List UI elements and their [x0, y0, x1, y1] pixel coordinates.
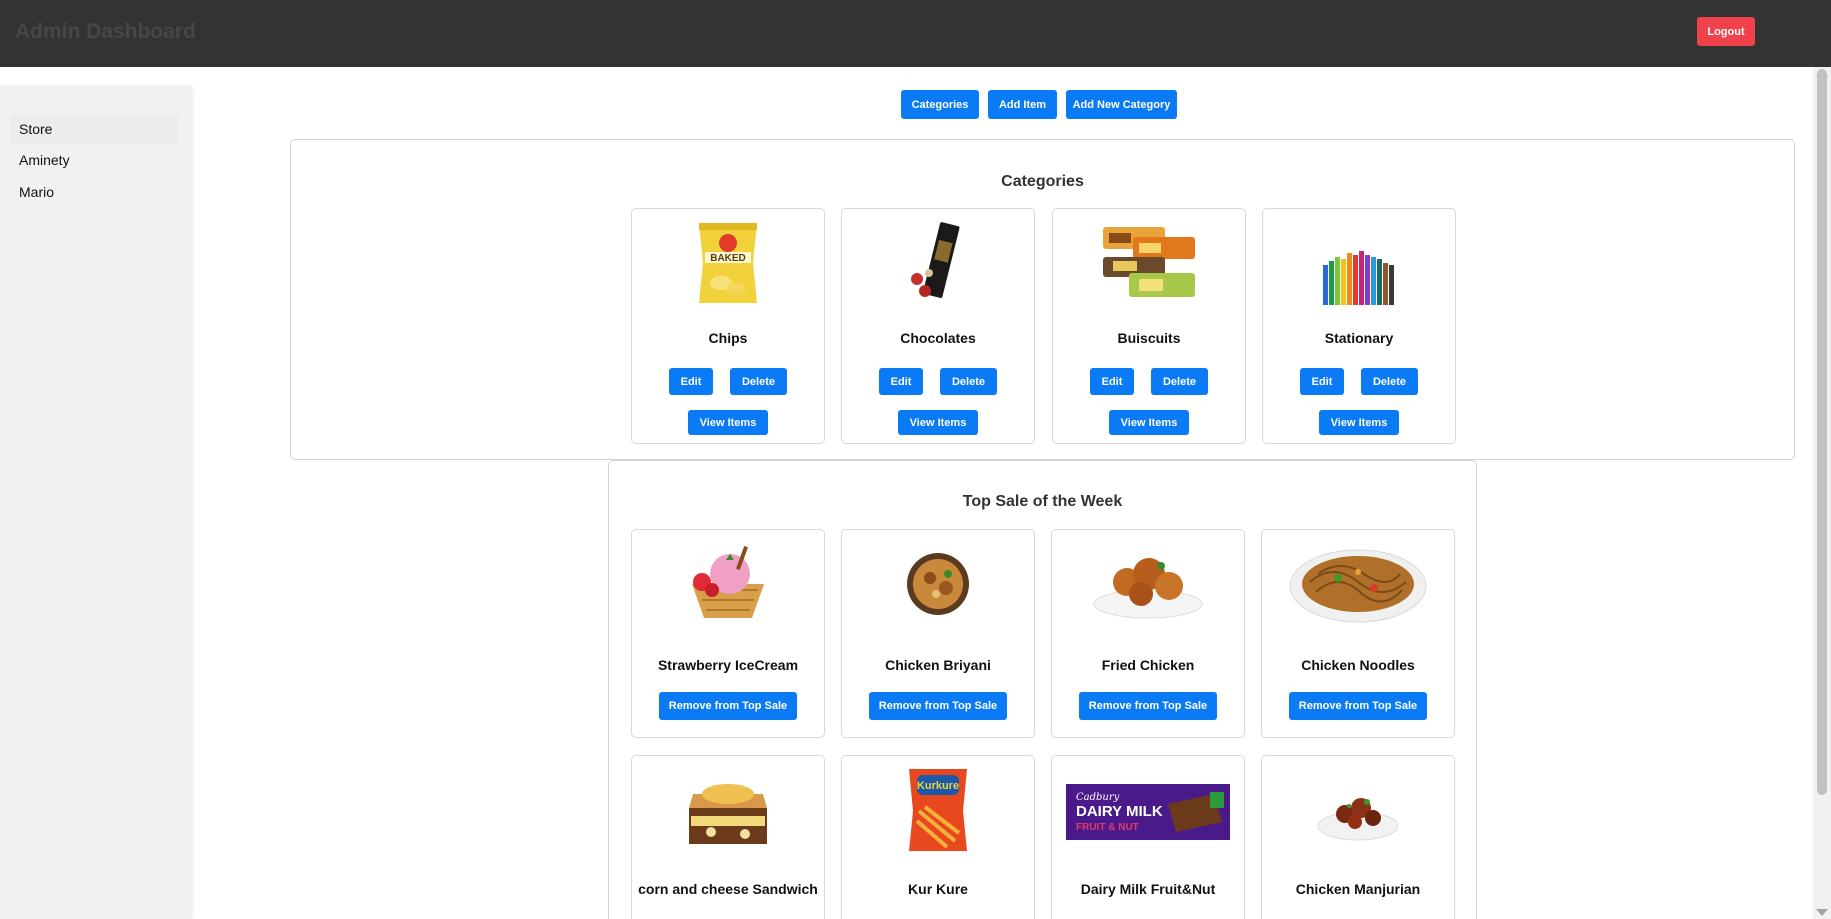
category-card: BAKED Chips Edit Delete View Items: [631, 208, 825, 444]
top-sale-card: Chicken Noodles Remove from Top Sale: [1261, 529, 1455, 738]
scroll-down-icon[interactable]: [1816, 909, 1828, 916]
edit-button[interactable]: Edit: [1300, 368, 1344, 395]
category-name: Chips: [708, 330, 748, 346]
chocolate-box-image: [911, 222, 960, 298]
view-items-button[interactable]: View Items: [1319, 410, 1399, 435]
svg-text:BAKED: BAKED: [710, 253, 746, 264]
sandwich-image: [689, 784, 767, 844]
delete-button[interactable]: Delete: [1361, 368, 1418, 395]
view-items-button[interactable]: View Items: [688, 410, 768, 435]
biryani-bowl-image: [907, 553, 969, 615]
chips-bag-image: BAKED: [699, 223, 757, 303]
manchurian-plate-image: [1317, 798, 1399, 841]
top-bar: Admin Dashboard Logout: [0, 0, 1831, 67]
scrollbar-thumb[interactable]: [1817, 69, 1827, 795]
top-sale-panel: Top Sale of the Week Strawberry IceCream…: [608, 460, 1477, 919]
top-sale-card: Cadbury DAIRY MILK FRUIT & NUT Dairy Mil…: [1051, 755, 1245, 919]
product-name: Kur Kure: [908, 881, 968, 897]
categories-panel: Categories BAKED Chips Edit Delete View …: [290, 139, 1795, 460]
edit-button[interactable]: Edit: [669, 368, 713, 395]
top-sale-card: Chicken Manjurian Remove from Top Sale: [1261, 755, 1455, 919]
color-pencils-image: [1323, 251, 1394, 305]
product-name: Dairy Milk Fruit&Nut: [1080, 881, 1216, 897]
top-sale-card: Kurkure Kur Kure Remove from Top Sale: [841, 755, 1035, 919]
categories-button[interactable]: Categories: [901, 90, 979, 119]
edit-button[interactable]: Edit: [879, 368, 923, 395]
app-title: Admin Dashboard: [15, 20, 196, 43]
top-sale-card: corn and cheese Sandwich: [631, 755, 825, 919]
sidebar-item-mario[interactable]: Mario: [10, 177, 178, 207]
category-name: Stationary: [1324, 330, 1394, 346]
svg-text:Cadbury: Cadbury: [1076, 792, 1120, 803]
action-toolbar: Categories Add Item Add New Category: [192, 90, 1813, 119]
remove-from-top-sale-button[interactable]: Remove from Top Sale: [659, 692, 797, 720]
top-sale-card: Strawberry IceCream Remove from Top Sale: [631, 529, 825, 738]
remove-from-top-sale-button[interactable]: Remove from Top Sale: [1079, 692, 1217, 720]
remove-from-top-sale-button[interactable]: Remove from Top Sale: [1289, 692, 1427, 720]
top-sale-heading: Top Sale of the Week: [962, 493, 1123, 510]
delete-button[interactable]: Delete: [730, 368, 787, 395]
edit-button[interactable]: Edit: [1090, 368, 1134, 395]
category-card: Buiscuits Edit Delete View Items: [1052, 208, 1246, 444]
page-scrollbar[interactable]: [1813, 67, 1831, 919]
noodles-plate-image: [1289, 549, 1427, 623]
category-name: Chocolates: [900, 330, 976, 346]
sidebar: Store Aminety Mario: [0, 86, 192, 919]
sidebar-item-aminety[interactable]: Aminety: [10, 145, 178, 175]
category-card: Chocolates Edit Delete View Items: [841, 208, 1035, 444]
logout-button[interactable]: Logout: [1697, 17, 1755, 46]
product-name: Strawberry IceCream: [657, 657, 799, 673]
product-name: Chicken Manjurian: [1295, 881, 1421, 897]
view-items-button[interactable]: View Items: [898, 410, 978, 435]
category-name: Buiscuits: [1117, 330, 1181, 346]
add-item-button[interactable]: Add Item: [988, 90, 1057, 119]
product-name: Chicken Noodles: [1301, 657, 1415, 673]
view-items-button[interactable]: View Items: [1109, 410, 1189, 435]
delete-button[interactable]: Delete: [940, 368, 997, 395]
sidebar-item-store[interactable]: Store: [10, 114, 178, 144]
svg-text:FRUIT & NUT: FRUIT & NUT: [1076, 822, 1139, 833]
svg-text:Kurkure: Kurkure: [917, 780, 959, 792]
categories-heading: Categories: [1001, 173, 1084, 190]
svg-text:DAIRY MILK: DAIRY MILK: [1076, 803, 1163, 820]
dairy-milk-bar-image: Cadbury DAIRY MILK FRUIT & NUT: [1066, 784, 1230, 840]
kurkure-pack-image: Kurkure: [909, 769, 967, 851]
delete-button[interactable]: Delete: [1151, 368, 1208, 395]
add-new-category-button[interactable]: Add New Category: [1066, 90, 1177, 119]
ice-cream-image: [692, 546, 764, 618]
product-name: Chicken Briyani: [885, 657, 991, 673]
category-card: Stationary Edit Delete View Items: [1262, 208, 1456, 444]
top-sale-card: Chicken Briyani Remove from Top Sale: [841, 529, 1035, 738]
biscuit-packs-image: [1103, 227, 1195, 297]
product-name: Fried Chicken: [1101, 657, 1195, 673]
product-name: corn and cheese Sandwich: [638, 881, 818, 897]
remove-from-top-sale-button[interactable]: Remove from Top Sale: [869, 692, 1007, 720]
main-content: Categories Add Item Add New Category Cat…: [192, 67, 1813, 919]
fried-chicken-image: [1093, 558, 1203, 619]
top-sale-card: Fried Chicken Remove from Top Sale: [1051, 529, 1245, 738]
